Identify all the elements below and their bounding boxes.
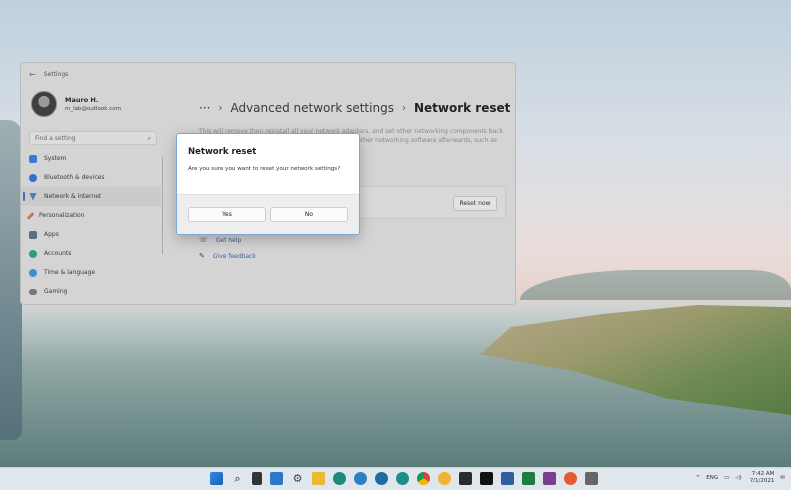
network-reset-dialog: Network reset Are you sure you want to r… <box>176 133 360 235</box>
sidebar-item-label: Time & language <box>44 269 96 276</box>
edge-icon[interactable] <box>333 472 346 485</box>
page-title: Network reset <box>413 101 511 115</box>
get-help-label: Get help <box>215 236 242 244</box>
apps-icon <box>29 230 37 239</box>
dialog-message: Are you sure you want to reset your netw… <box>188 166 341 172</box>
yes-button[interactable]: Yes <box>188 207 266 222</box>
sidebar-scrollbar[interactable] <box>162 157 163 254</box>
give-feedback-link[interactable]: ✎ Give feedback <box>199 252 256 260</box>
dialog-title: Network reset <box>188 147 257 157</box>
sidebar-nav: System Bluetooth & devices Network & int… <box>21 149 161 301</box>
notification-icon[interactable]: ✉ <box>780 475 785 481</box>
file-explorer-icon[interactable] <box>312 472 325 485</box>
sidebar-item-label: Gaming <box>44 288 68 295</box>
chevron-right-icon: › <box>401 102 406 114</box>
sidebar-item-label: Network & internet <box>44 193 102 200</box>
help-icon: ☏ <box>199 236 208 244</box>
chevron-up-icon[interactable]: ^ <box>696 475 701 481</box>
network-tray-icon[interactable]: ▭ <box>724 475 729 481</box>
reset-now-button[interactable]: Reset now <box>453 196 497 211</box>
clock[interactable]: 7:42 AM 7/1/2021 <box>750 471 775 485</box>
user-profile[interactable]: Mauro H. m_lab@outlook.com <box>31 91 121 117</box>
sidebar-item-label: Apps <box>44 231 59 238</box>
wallpaper-island <box>480 305 791 415</box>
start-icon[interactable] <box>210 472 223 485</box>
widgets-icon[interactable] <box>270 472 283 485</box>
firefox-icon[interactable] <box>564 472 577 485</box>
clock-date: 7/1/2021 <box>749 478 775 484</box>
get-help-link[interactable]: ☏ Get help <box>199 236 241 244</box>
sidebar-item-label: Accounts <box>44 250 72 257</box>
avatar <box>31 91 57 117</box>
system-icon <box>29 154 37 163</box>
feedback-icon: ✎ <box>199 252 205 260</box>
terminal-icon[interactable] <box>459 472 472 485</box>
store-icon[interactable] <box>501 472 514 485</box>
system-tray: ^ ENG ▭ ◁) 7:42 AM 7/1/2021 ✉ <box>690 471 785 485</box>
breadcrumb-more[interactable]: ··· <box>199 101 210 115</box>
bluetooth-icon <box>29 173 37 182</box>
taskbar-icons: ⌕ ⚙ <box>210 472 606 485</box>
clock-time: 7:42 AM <box>751 471 775 477</box>
command-prompt-icon[interactable] <box>480 472 493 485</box>
search-icon[interactable]: ⌕ <box>231 472 244 485</box>
gaming-icon <box>29 288 37 295</box>
sidebar-item-label: Bluetooth & devices <box>44 174 105 181</box>
sidebar-item-accounts[interactable]: Accounts <box>21 244 161 263</box>
edge-dev-icon[interactable] <box>375 472 388 485</box>
sidebar-item-time-language[interactable]: Time & language <box>21 263 161 282</box>
sidebar-item-gaming[interactable]: Gaming <box>21 282 161 301</box>
wallpaper-mountain <box>520 270 791 300</box>
brush-icon <box>26 211 35 220</box>
task-view-icon[interactable] <box>252 472 262 485</box>
search-icon: ⌕ <box>147 135 151 142</box>
dialog-footer: Yes No <box>177 194 359 234</box>
chrome-canary-icon[interactable] <box>438 472 451 485</box>
breadcrumb: ··· › Advanced network settings › Networ… <box>199 101 510 115</box>
network-icon <box>29 192 37 201</box>
sidebar-item-apps[interactable]: Apps <box>21 225 161 244</box>
accounts-icon <box>29 249 37 258</box>
sidebar-item-personalization[interactable]: Personalization <box>21 206 161 225</box>
no-button[interactable]: No <box>270 207 348 222</box>
chevron-right-icon: › <box>218 102 223 114</box>
edge-canary-icon[interactable] <box>396 472 409 485</box>
breadcrumb-parent[interactable]: Advanced network settings <box>230 101 394 115</box>
sidebar-item-bluetooth[interactable]: Bluetooth & devices <box>21 168 161 187</box>
user-name: Mauro H. <box>65 96 99 104</box>
taskbar: ⌕ ⚙ ^ ENG ▭ ◁) 7:42 AM 7/1/2021 ✉ <box>0 467 791 490</box>
sidebar-item-system[interactable]: System <box>21 149 161 168</box>
camera-icon[interactable] <box>585 472 598 485</box>
wallpaper-rock <box>0 120 22 440</box>
back-arrow-icon[interactable]: ← <box>29 70 36 79</box>
settings-icon[interactable]: ⚙ <box>291 472 304 485</box>
globe-icon <box>29 268 37 277</box>
language-indicator[interactable]: ENG <box>706 475 718 481</box>
sidebar-item-label: System <box>44 155 67 162</box>
excel-icon[interactable] <box>522 472 535 485</box>
photos-icon[interactable] <box>543 472 556 485</box>
search-placeholder: Find a setting <box>35 135 76 142</box>
give-feedback-label: Give feedback <box>212 252 256 260</box>
volume-icon[interactable]: ◁) <box>735 475 741 481</box>
search-input[interactable]: Find a setting ⌕ <box>29 131 157 145</box>
sidebar-item-label: Personalization <box>39 212 85 219</box>
title-bar: ← Settings <box>21 63 515 85</box>
edge-beta-icon[interactable] <box>354 472 367 485</box>
chrome-icon[interactable] <box>417 472 430 485</box>
user-email: m_lab@outlook.com <box>65 106 121 112</box>
window-title: Settings <box>43 70 69 78</box>
sidebar-item-network[interactable]: Network & internet <box>21 187 161 206</box>
